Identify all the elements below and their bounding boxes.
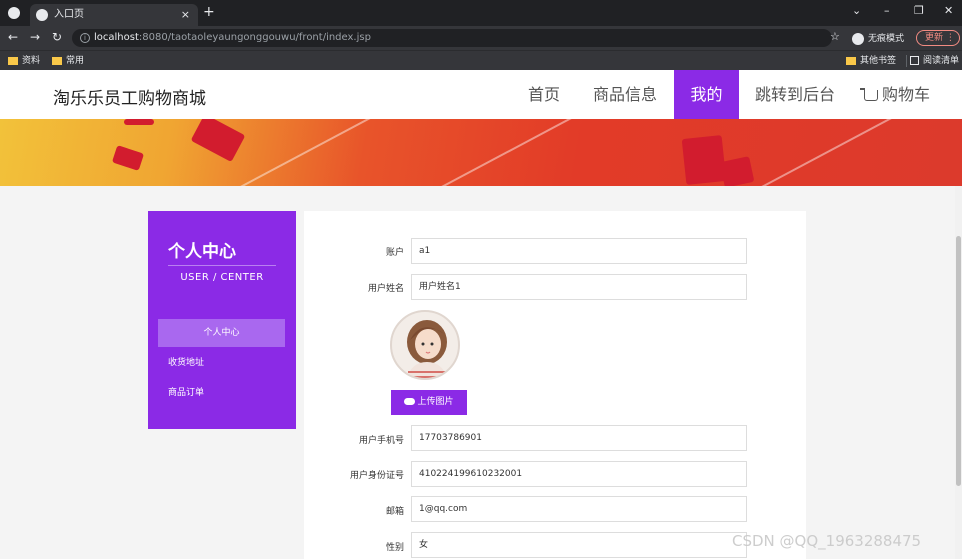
tab-close-icon[interactable]: × [181, 4, 190, 26]
sidebar-divider [168, 265, 276, 266]
nav-home[interactable]: 首页 [514, 70, 574, 119]
folder-icon [8, 56, 18, 65]
name-field[interactable]: 用户姓名1 [411, 274, 747, 300]
sidebar-item-address[interactable]: 收货地址 [158, 349, 285, 377]
shopping-bag-icon [681, 135, 727, 185]
nav-admin[interactable]: 跳转到后台 [745, 70, 845, 119]
other-bookmarks[interactable]: 其他书签 [846, 54, 896, 68]
scroll-thumb[interactable] [956, 236, 961, 486]
email-field[interactable]: 1@qq.com [411, 496, 747, 522]
banner-streak [432, 119, 628, 186]
upload-image-button[interactable]: 上传图片 [391, 390, 467, 415]
sidebar-item-profile[interactable]: 个人中心 [158, 319, 285, 347]
shopping-bag-icon [111, 145, 145, 171]
nav-mine[interactable]: 我的 [674, 70, 739, 119]
info-icon[interactable]: i [80, 33, 90, 43]
bookmark-label: 常用 [66, 56, 85, 66]
bookmark-label: 资料 [22, 56, 41, 66]
shopping-bag-icon [719, 156, 755, 186]
back-arrow-icon[interactable]: ← [8, 30, 18, 44]
page-scrollbar[interactable] [955, 186, 962, 559]
url-host: localhost [94, 32, 139, 43]
bookmarks-bar: 资料 常用 其他书签 阅读清单 [0, 50, 962, 70]
page-favicon-icon [36, 9, 48, 21]
avatar-illustration [407, 320, 447, 378]
sidebar-item-orders[interactable]: 商品订单 [158, 379, 285, 407]
bookmark-folder[interactable]: 资料 [8, 54, 40, 68]
banner-streak [731, 119, 909, 186]
reading-list-icon [910, 56, 919, 65]
idcard-field[interactable]: 410224199610232001 [411, 461, 747, 487]
account-label: 账户 [385, 248, 404, 258]
site-header: 淘乐乐员工购物商城 首页 商品信息 我的 跳转到后台 购物车 [0, 70, 962, 119]
bookmark-star-icon[interactable]: ☆ [830, 30, 840, 43]
address-bar-row: ← → ↻ i localhost:8080/taotaoleyaungongg… [0, 26, 962, 50]
gender-label: 性别 [385, 543, 404, 553]
incognito-indicator[interactable]: 无痕模式 [852, 31, 904, 45]
folder-icon [846, 56, 856, 65]
nav-cart[interactable]: 购物车 [852, 70, 942, 119]
avatar [390, 310, 460, 380]
url-input[interactable]: i localhost:8080/taotaoleyaungonggouwu/f… [72, 29, 832, 47]
update-label: 更新 [925, 33, 944, 43]
nav-cart-label: 购物车 [881, 85, 930, 104]
email-label: 邮箱 [385, 507, 404, 517]
browser-tab[interactable]: 入口页 × [30, 4, 198, 26]
nav-products[interactable]: 商品信息 [583, 70, 667, 119]
banner-streak [238, 119, 382, 186]
reading-list[interactable]: 阅读清单 [910, 54, 959, 68]
phone-label: 用户手机号 [358, 436, 404, 446]
restore-icon[interactable]: ❐ [914, 4, 924, 17]
reading-list-label: 阅读清单 [923, 56, 960, 66]
chrome-icon [8, 7, 20, 19]
reload-icon[interactable]: ↻ [52, 30, 62, 44]
profile-form: 账户 a1 用户姓名 用户姓名1 上传图片 用户手机号 17703786901 … [304, 211, 806, 559]
tab-title: 入口页 [54, 9, 84, 20]
minimize-icon[interactable]: – [884, 4, 890, 17]
sidebar-title: 个人中心 [168, 242, 236, 262]
phone-field[interactable]: 17703786901 [411, 425, 747, 451]
idcard-label: 用户身份证号 [349, 471, 404, 481]
promo-banner [0, 119, 962, 186]
gender-field[interactable]: 女 [411, 532, 747, 558]
update-button[interactable]: 更新 ⋮ [916, 30, 960, 46]
incognito-label: 无痕模式 [868, 34, 905, 44]
shopping-bag-icon [124, 119, 154, 125]
tab-search-icon[interactable]: ⌄ [852, 4, 861, 17]
other-bookmarks-label: 其他书签 [860, 56, 897, 66]
page-viewport: 淘乐乐员工购物商城 首页 商品信息 我的 跳转到后台 购物车 个人中心 USER… [0, 70, 962, 559]
csdn-watermark: CSDN @QQ_1963288475 [732, 532, 922, 550]
cart-icon [859, 88, 878, 101]
user-center-sidebar: 个人中心 USER / CENTER 个人中心 收货地址 商品订单 [148, 211, 296, 429]
incognito-icon [852, 32, 864, 45]
close-window-icon[interactable]: ✕ [944, 4, 953, 17]
account-field[interactable]: a1 [411, 238, 747, 264]
bookmark-divider [906, 55, 907, 67]
browser-tab-bar: 入口页 × + ⌄ – ❐ ✕ [0, 0, 962, 26]
new-tab-button[interactable]: + [203, 4, 215, 20]
sidebar-subtitle: USER / CENTER [180, 272, 264, 283]
upload-label: 上传图片 [417, 397, 454, 407]
cloud-upload-icon [404, 398, 416, 405]
url-path: :8080/taotaoleyaungonggouwu/front/index.… [138, 32, 371, 43]
site-title: 淘乐乐员工购物商城 [53, 89, 206, 109]
shopping-bag-icon [190, 119, 246, 163]
name-label: 用户姓名 [367, 284, 404, 294]
bookmark-folder[interactable]: 常用 [52, 54, 84, 68]
forward-arrow-icon[interactable]: → [30, 30, 40, 44]
folder-icon [52, 56, 62, 65]
